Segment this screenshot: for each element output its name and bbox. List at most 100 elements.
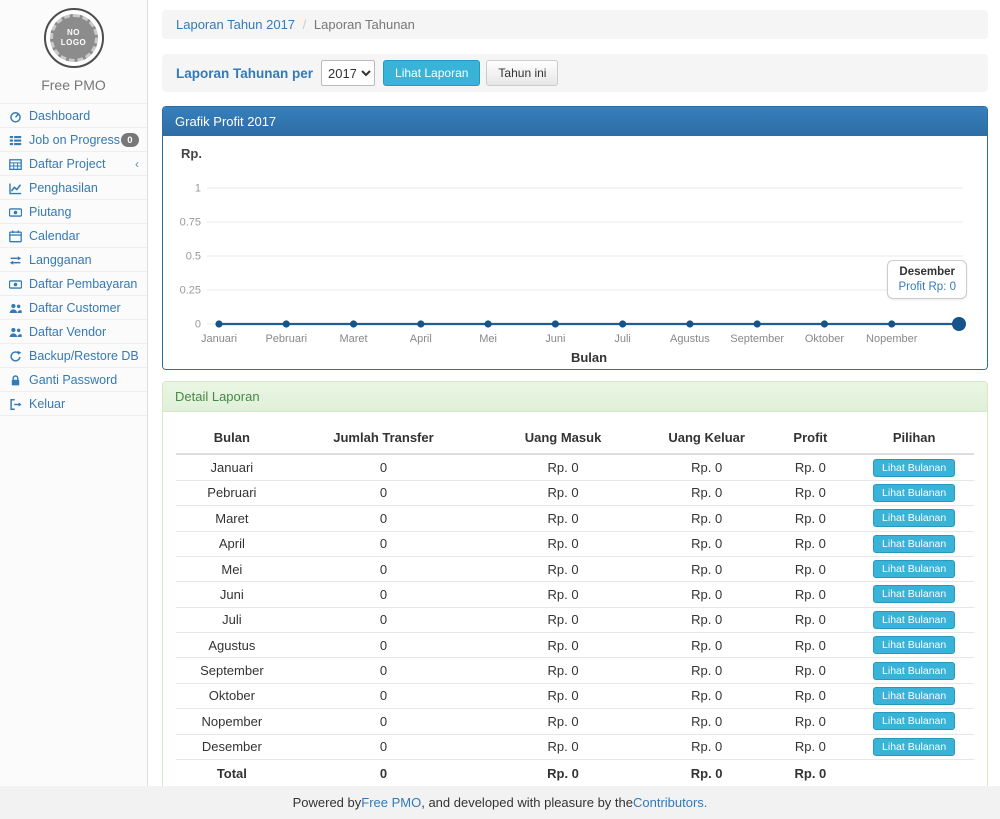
lihat-bulanan-button[interactable]: Lihat Bulanan <box>873 484 955 502</box>
cell-pilihan: Lihat Bulanan <box>854 734 974 759</box>
x-tick-label: Agustus <box>670 333 710 345</box>
year-select[interactable]: 2017 <box>321 60 375 86</box>
sidebar-item-label: Ganti Password <box>29 373 117 387</box>
sidebar-item-ganti-password[interactable]: Ganti Password <box>0 368 147 392</box>
data-point-april[interactable] <box>417 321 424 328</box>
cell-jumlah-transfer: 0 <box>288 658 480 683</box>
cell-bulan: Nopember <box>176 709 288 734</box>
data-point-pebruari[interactable] <box>283 321 290 328</box>
sidebar-item-penghasilan[interactable]: Penghasilan <box>0 176 147 200</box>
chart-panel-title: Grafik Profit 2017 <box>163 107 987 136</box>
lihat-bulanan-button[interactable]: Lihat Bulanan <box>873 687 955 705</box>
sidebar-item-piutang[interactable]: Piutang <box>0 200 147 224</box>
footer: Powered by Free PMO , and developed with… <box>0 786 1000 819</box>
data-point-desember[interactable] <box>952 317 966 331</box>
table-row-oktober: Oktober0Rp. 0Rp. 0Rp. 0Lihat Bulanan <box>176 683 974 708</box>
cell-pilihan: Lihat Bulanan <box>854 658 974 683</box>
sidebar-item-daftar-project[interactable]: Daftar Project‹ <box>0 152 147 176</box>
cell-profit: Rp. 0 <box>767 454 855 480</box>
lihat-laporan-button[interactable]: Lihat Laporan <box>383 60 480 86</box>
sidebar-item-dashboard[interactable]: Dashboard <box>0 104 147 128</box>
cell-uang-masuk: Rp. 0 <box>479 709 647 734</box>
cell-bulan: Mei <box>176 556 288 581</box>
sidebar-item-langganan[interactable]: Langganan <box>0 248 147 272</box>
lihat-bulanan-button[interactable]: Lihat Bulanan <box>873 662 955 680</box>
sidebar-item-backup-restore-db[interactable]: Backup/Restore DB <box>0 344 147 368</box>
lihat-bulanan-button[interactable]: Lihat Bulanan <box>873 459 955 477</box>
lihat-bulanan-button[interactable]: Lihat Bulanan <box>873 560 955 578</box>
sidebar-item-daftar-customer[interactable]: Daftar Customer <box>0 296 147 320</box>
sidebar-item-label: Job on Progress <box>29 133 120 147</box>
x-tick-label: Juli <box>614 333 631 345</box>
chart-tooltip: Desember Profit Rp: 0 <box>887 260 967 299</box>
cell-bulan: Juni <box>176 582 288 607</box>
lihat-bulanan-button[interactable]: Lihat Bulanan <box>873 535 955 553</box>
data-point-september[interactable] <box>754 321 761 328</box>
cell-uang-masuk: Rp. 0 <box>479 480 647 505</box>
sidebar-item-keluar[interactable]: Keluar <box>0 392 147 416</box>
cell-uang-masuk: Rp. 0 <box>479 683 647 708</box>
data-point-mei[interactable] <box>484 321 491 328</box>
data-point-agustus[interactable] <box>686 321 693 328</box>
lihat-bulanan-button[interactable]: Lihat Bulanan <box>873 636 955 654</box>
x-tick-label: Mei <box>479 333 497 345</box>
tooltip-title: Desember <box>898 266 956 278</box>
cell-uang-keluar: Rp. 0 <box>647 633 767 658</box>
total-cell-uang-masuk: Rp. 0 <box>479 759 647 784</box>
cell-uang-keluar: Rp. 0 <box>647 734 767 759</box>
y-tick-label: 0 <box>195 319 201 331</box>
lihat-bulanan-button[interactable]: Lihat Bulanan <box>873 509 955 527</box>
x-tick-label: Januari <box>201 333 237 345</box>
data-point-maret[interactable] <box>350 321 357 328</box>
cell-profit: Rp. 0 <box>767 607 855 632</box>
sidebar-item-daftar-vendor[interactable]: Daftar Vendor <box>0 320 147 344</box>
cell-bulan: Agustus <box>176 633 288 658</box>
y-axis-label: Rp. <box>181 146 202 161</box>
free-pmo-link[interactable]: Free PMO <box>361 795 421 810</box>
cell-uang-masuk: Rp. 0 <box>479 531 647 556</box>
cell-profit: Rp. 0 <box>767 658 855 683</box>
data-point-nopember[interactable] <box>888 321 895 328</box>
footer-text-middle: , and developed with pleasure by the <box>421 795 633 810</box>
sidebar-item-daftar-pembayaran[interactable]: Daftar Pembayaran <box>0 272 147 296</box>
cell-uang-keluar: Rp. 0 <box>647 683 767 708</box>
lihat-bulanan-button[interactable]: Lihat Bulanan <box>873 611 955 629</box>
cell-bulan: Desember <box>176 734 288 759</box>
x-tick-label: Nopember <box>866 333 918 345</box>
cell-jumlah-transfer: 0 <box>288 683 480 708</box>
users-icon <box>9 302 24 315</box>
column-header-jumlah-transfer: Jumlah Transfer <box>288 424 480 454</box>
lihat-bulanan-button[interactable]: Lihat Bulanan <box>873 585 955 603</box>
profile-section: NO LOGO Free PMO <box>0 0 147 93</box>
contributors-link[interactable]: Contributors. <box>633 795 707 810</box>
cell-bulan: September <box>176 658 288 683</box>
data-point-januari[interactable] <box>215 321 222 328</box>
breadcrumb-link[interactable]: Laporan Tahun 2017 <box>176 17 295 32</box>
y-tick-label: 0.25 <box>180 285 201 297</box>
cell-jumlah-transfer: 0 <box>288 633 480 658</box>
cell-uang-keluar: Rp. 0 <box>647 454 767 480</box>
sidebar-item-job-on-progress[interactable]: Job on Progress0 <box>0 128 147 152</box>
cell-profit: Rp. 0 <box>767 683 855 708</box>
sidebar-item-label: Calendar <box>29 229 80 243</box>
sidebar-menu: DashboardJob on Progress0Daftar Project‹… <box>0 103 147 416</box>
data-point-juli[interactable] <box>619 321 626 328</box>
main-content: Laporan Tahun 2017 / Laporan Tahunan Lap… <box>149 0 1000 786</box>
table-row-juni: Juni0Rp. 0Rp. 0Rp. 0Lihat Bulanan <box>176 582 974 607</box>
cell-uang-masuk: Rp. 0 <box>479 454 647 480</box>
lihat-bulanan-button[interactable]: Lihat Bulanan <box>873 738 955 756</box>
breadcrumb-current: Laporan Tahunan <box>314 17 415 32</box>
lihat-bulanan-button[interactable]: Lihat Bulanan <box>873 712 955 730</box>
cell-jumlah-transfer: 0 <box>288 709 480 734</box>
footer-text-prefix: Powered by <box>293 795 362 810</box>
tahun-ini-button[interactable]: Tahun ini <box>486 60 558 86</box>
cell-jumlah-transfer: 0 <box>288 582 480 607</box>
sidebar-item-calendar[interactable]: Calendar <box>0 224 147 248</box>
cell-pilihan: Lihat Bulanan <box>854 633 974 658</box>
breadcrumb: Laporan Tahun 2017 / Laporan Tahunan <box>162 10 988 39</box>
data-point-oktober[interactable] <box>821 321 828 328</box>
data-point-juni[interactable] <box>552 321 559 328</box>
y-tick-label: 0.5 <box>186 251 201 263</box>
cell-uang-masuk: Rp. 0 <box>479 607 647 632</box>
retweet-icon <box>9 254 24 267</box>
